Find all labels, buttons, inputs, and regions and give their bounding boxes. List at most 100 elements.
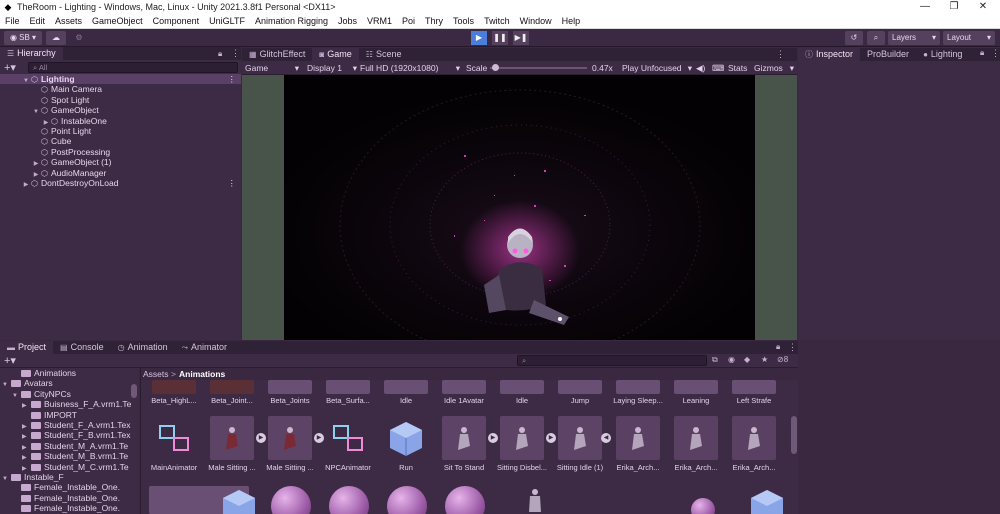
history-icon[interactable]: ↺ bbox=[845, 31, 863, 45]
asset-label[interactable]: Sit To Stand bbox=[435, 463, 493, 472]
asset-label[interactable]: Erika_Arch... bbox=[667, 463, 725, 472]
more-options-icon[interactable]: ⋮ bbox=[776, 49, 785, 60]
tab-console[interactable]: ▤ Console bbox=[53, 341, 111, 354]
asset-thumbnail[interactable] bbox=[442, 380, 486, 394]
animation-clip-thumbnail[interactable] bbox=[732, 416, 776, 460]
folder-tree-item[interactable]: ▶ Student_M_C.vrm1.Te bbox=[22, 462, 129, 472]
tab-animation[interactable]: ◷ Animation bbox=[111, 341, 175, 354]
folder-tree-item[interactable]: ▶ Student_M_B.vrm1.Te bbox=[22, 451, 128, 461]
asset-label[interactable]: Run bbox=[377, 463, 435, 472]
folder-tree-item[interactable]: ▶ Buisness_F_A.vrm1.Te bbox=[22, 399, 131, 409]
folder-tree-item[interactable]: ▼ Avatars bbox=[2, 378, 53, 388]
menu-file[interactable]: File bbox=[0, 16, 25, 26]
keyboard-icon[interactable]: ⌨ bbox=[712, 62, 724, 74]
hierarchy-row[interactable]: ▼ ⬡ GameObject bbox=[0, 105, 241, 115]
tab-probuilder[interactable]: ProBuilder bbox=[860, 48, 916, 61]
prefab-icon[interactable] bbox=[217, 486, 261, 514]
layers-dropdown[interactable]: Layers ▾ bbox=[888, 31, 940, 45]
add-button[interactable]: +▾ bbox=[4, 61, 16, 74]
hierarchy-row[interactable]: ⬡ Point Light bbox=[0, 126, 241, 136]
menu-animation-rigging[interactable]: Animation Rigging bbox=[250, 16, 333, 26]
asset-thumbnail[interactable] bbox=[210, 380, 254, 394]
play-mode-dropdown[interactable]: Play Unfocused ▾ bbox=[622, 62, 692, 74]
resolution-dropdown[interactable]: Full HD (1920x1080) ▾ bbox=[360, 62, 460, 74]
asset-thumbnail[interactable] bbox=[152, 380, 196, 394]
filter-icon[interactable]: ◉ bbox=[728, 355, 735, 364]
folder-tree-item[interactable]: Female_Instable_One. bbox=[12, 503, 120, 513]
hierarchy-row[interactable]: ▶ ⬡ DontDestroyOnLoad ⋮ bbox=[0, 178, 241, 188]
asset-label[interactable]: MainAnimator bbox=[145, 463, 203, 472]
asset-label[interactable]: Leaning bbox=[667, 396, 725, 405]
material-thumbnail[interactable] bbox=[271, 486, 311, 514]
step-button[interactable]: ▶❚ bbox=[513, 31, 529, 45]
animation-clip-thumbnail[interactable] bbox=[500, 416, 544, 460]
asset-thumbnail[interactable] bbox=[326, 380, 370, 394]
account-button[interactable]: ◉ SB ▾ bbox=[4, 31, 42, 45]
model-thumbnail[interactable] bbox=[513, 486, 557, 514]
asset-label[interactable]: Jump bbox=[551, 396, 609, 405]
hierarchy-row[interactable]: ⬡ Spot Light bbox=[0, 95, 241, 105]
hierarchy-search-input[interactable]: ⌕ All bbox=[28, 62, 238, 73]
search-by-type-icon[interactable]: ⧉ bbox=[712, 355, 718, 365]
folder-tree-item[interactable]: Animations bbox=[12, 368, 76, 378]
asset-label[interactable]: Beta_Joints bbox=[261, 396, 319, 405]
menu-tools[interactable]: Tools bbox=[448, 16, 479, 26]
asset-label[interactable]: NPCAnimator bbox=[319, 463, 377, 472]
animator-controller-icon[interactable] bbox=[326, 416, 370, 460]
asset-label[interactable]: Laying Sleep... bbox=[609, 396, 667, 405]
asset-thumbnail[interactable] bbox=[558, 380, 602, 394]
folder-tree-item[interactable]: IMPORT bbox=[22, 410, 77, 420]
material-thumbnail[interactable] bbox=[329, 486, 369, 514]
asset-label[interactable]: Male Sitting ... bbox=[261, 463, 319, 472]
menu-gameobject[interactable]: GameObject bbox=[87, 16, 148, 26]
chevron-down-icon[interactable]: ▼ bbox=[2, 380, 11, 390]
hierarchy-row[interactable]: ▼ ⬡ Lighting ⋮ bbox=[0, 74, 241, 84]
menu-help[interactable]: Help bbox=[557, 16, 586, 26]
tree-scrollbar[interactable] bbox=[131, 384, 137, 398]
asset-thumbnail[interactable] bbox=[500, 380, 544, 394]
animation-clip-thumbnail[interactable] bbox=[616, 416, 660, 460]
expand-play-icon[interactable]: ▶ bbox=[256, 433, 266, 443]
animation-clip-thumbnail[interactable] bbox=[268, 416, 312, 460]
asset-label[interactable]: Erika_Arch... bbox=[725, 463, 783, 472]
play-button[interactable]: ▶ bbox=[471, 31, 487, 45]
tab-glitcheffect[interactable]: ▦ GlitchEffect bbox=[242, 48, 312, 61]
more-options-icon[interactable]: ⋮ bbox=[991, 48, 1000, 59]
material-thumbnail[interactable] bbox=[387, 486, 427, 514]
scale-slider-handle[interactable] bbox=[491, 64, 499, 71]
tab-hierarchy[interactable]: ☰ Hierarchy bbox=[0, 47, 63, 60]
expand-play-icon[interactable]: ▶ bbox=[314, 433, 324, 443]
asset-thumbnail[interactable] bbox=[268, 380, 312, 394]
stats-button[interactable]: Stats bbox=[728, 62, 747, 74]
menu-jobs[interactable]: Jobs bbox=[333, 16, 362, 26]
asset-label[interactable]: Beta_Joint... bbox=[203, 396, 261, 405]
create-button[interactable]: +▾ bbox=[4, 354, 16, 367]
asset-thumbnail[interactable] bbox=[732, 380, 776, 394]
menu-window[interactable]: Window bbox=[515, 16, 557, 26]
more-options-icon[interactable]: ⋮ bbox=[228, 178, 237, 188]
folder-tree-item[interactable]: ▶ Student_M_A.vrm1.Te bbox=[22, 441, 128, 451]
asset-label[interactable]: Left Strafe bbox=[725, 396, 783, 405]
asset-label[interactable]: Sitting Disbel... bbox=[493, 463, 551, 472]
cloud-icon[interactable]: ☁ bbox=[46, 31, 66, 45]
collab-icon[interactable]: ⚙ bbox=[70, 31, 88, 45]
folder-tree-item[interactable]: Female_Instable_One. bbox=[12, 482, 120, 492]
project-search-input[interactable]: ⌕ bbox=[517, 355, 707, 366]
menu-edit[interactable]: Edit bbox=[25, 16, 51, 26]
layout-dropdown[interactable]: Layout ▾ bbox=[943, 31, 995, 45]
tab-animator[interactable]: ⤳ Animator bbox=[175, 341, 234, 354]
more-options-icon[interactable]: ⋮ bbox=[788, 342, 797, 353]
material-thumbnail[interactable] bbox=[691, 498, 715, 514]
asset-label[interactable]: Idle 1Avatar bbox=[435, 396, 493, 405]
more-options-icon[interactable]: ⋮ bbox=[228, 74, 237, 84]
hierarchy-row[interactable]: ▶ ⬡ GameObject (1) bbox=[0, 157, 241, 167]
asset-label[interactable]: Erika_Arch... bbox=[609, 463, 667, 472]
collapse-play-icon[interactable]: ◀ bbox=[601, 433, 611, 443]
menu-twitch[interactable]: Twitch bbox=[479, 16, 515, 26]
tab-inspector[interactable]: ⓘ Inspector bbox=[798, 48, 861, 61]
game-view-render[interactable] bbox=[284, 75, 755, 340]
more-options-icon[interactable]: ⋮ bbox=[231, 48, 240, 59]
asset-label[interactable]: Beta_Surfa... bbox=[319, 396, 377, 405]
folder-tree-item[interactable]: ▼ Instable_F bbox=[2, 472, 64, 482]
prefab-icon[interactable] bbox=[384, 416, 428, 460]
